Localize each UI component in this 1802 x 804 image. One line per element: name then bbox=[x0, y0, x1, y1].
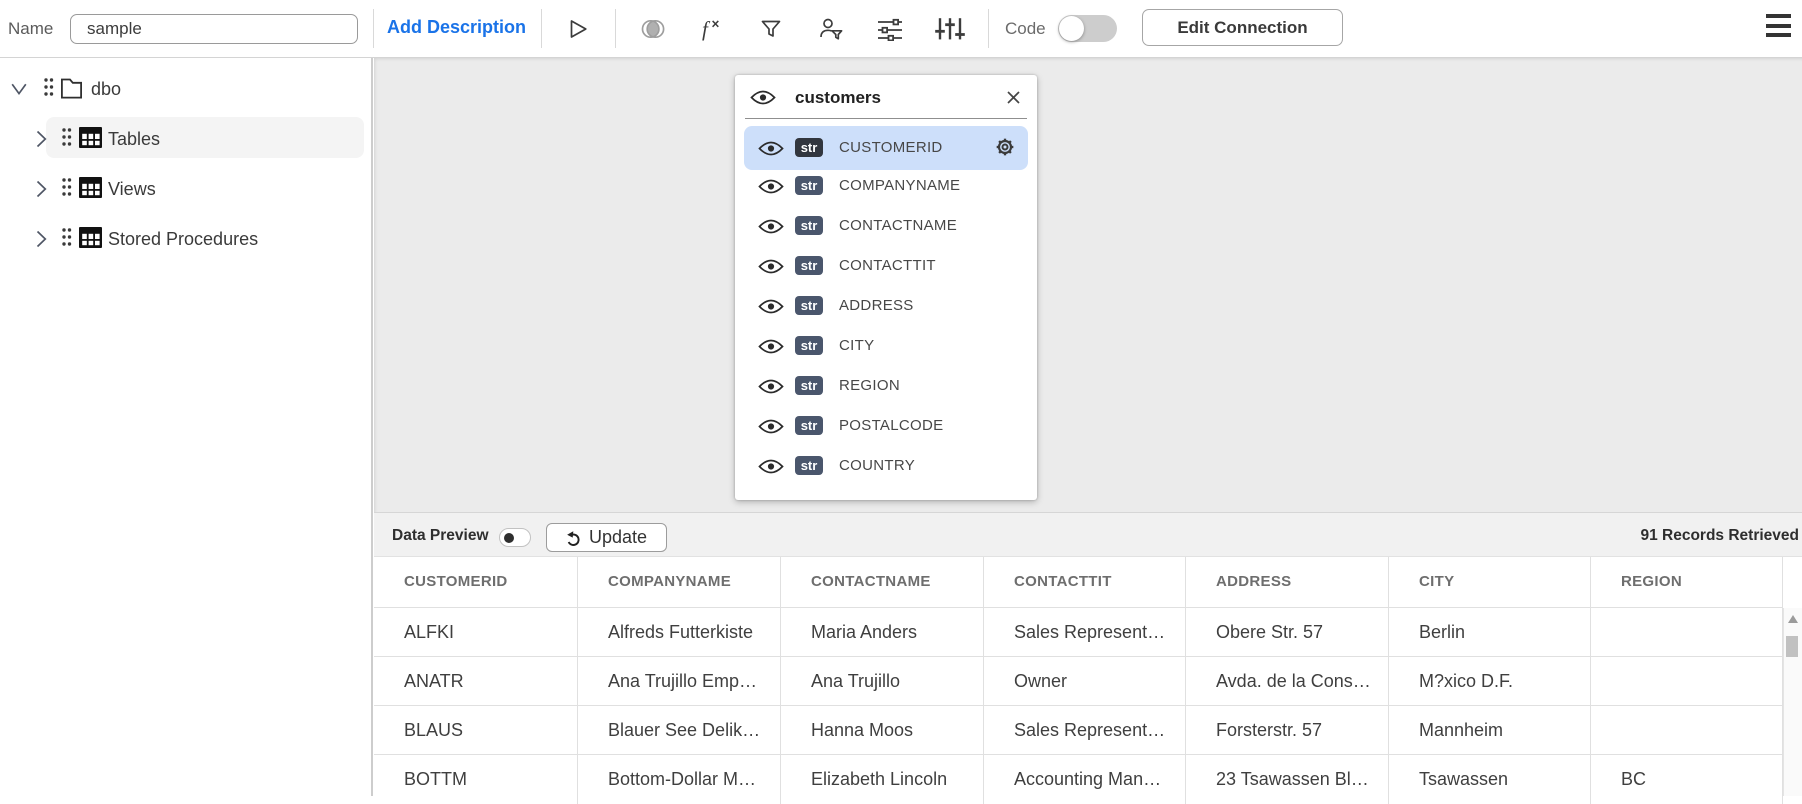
svg-text:×: × bbox=[712, 17, 720, 32]
svg-text:f: f bbox=[702, 17, 711, 41]
